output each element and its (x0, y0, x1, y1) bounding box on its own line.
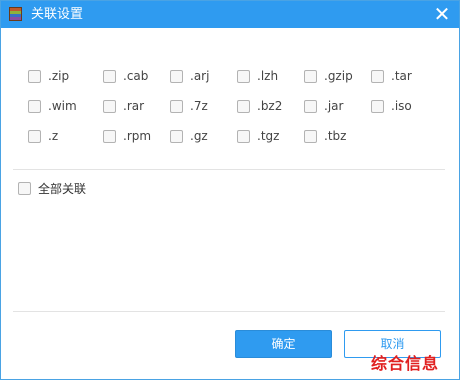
extension-label: .gzip (324, 69, 353, 83)
checkbox[interactable] (304, 69, 317, 83)
checkbox-item-bz2[interactable]: .bz2 (237, 97, 282, 115)
title-bar[interactable]: 关联设置 ✕ (1, 1, 459, 28)
extension-label: .7z (190, 99, 208, 113)
extension-label: .lzh (257, 69, 279, 83)
dialog-title: 关联设置 (31, 7, 84, 22)
checkbox-item-lzh[interactable]: .lzh (237, 67, 278, 85)
checkbox[interactable] (304, 99, 317, 113)
checkbox[interactable] (170, 99, 183, 113)
checkbox[interactable] (103, 69, 116, 83)
association-settings-dialog: 关联设置 ✕ .zip .cab .arj .lzh .gzip .tar .w… (0, 0, 460, 380)
extension-label: .tar (391, 69, 412, 83)
checkbox[interactable] (371, 69, 384, 83)
checkbox-item-7z[interactable]: .7z (170, 97, 208, 115)
checkbox-item-tgz[interactable]: .tgz (237, 127, 279, 145)
extension-label: .z (48, 129, 59, 143)
extension-label: .bz2 (257, 99, 283, 113)
checkbox[interactable] (28, 99, 41, 113)
checkbox[interactable] (28, 69, 41, 83)
checkbox[interactable] (237, 69, 250, 83)
checkbox[interactable] (237, 99, 250, 113)
checkbox-item-iso[interactable]: .iso (371, 97, 412, 115)
checkbox[interactable] (371, 99, 384, 113)
close-icon[interactable]: ✕ (431, 3, 453, 25)
extension-label: .iso (391, 99, 412, 113)
checkbox-item-rpm[interactable]: .rpm (103, 127, 151, 145)
checkbox-item-tbz[interactable]: .tbz (304, 127, 346, 145)
checkbox[interactable] (170, 69, 183, 83)
checkbox-item-rar[interactable]: .rar (103, 97, 144, 115)
extension-label: .tgz (257, 129, 280, 143)
checkbox[interactable] (237, 129, 250, 143)
checkbox[interactable] (304, 129, 317, 143)
checkbox-item-zip[interactable]: .zip (28, 67, 69, 85)
extension-label: .jar (324, 99, 344, 113)
select-all-checkbox-item[interactable]: 全部关联 (18, 180, 86, 197)
footer-divider (13, 311, 445, 312)
extension-label: .tbz (324, 129, 347, 143)
select-all-checkbox[interactable] (18, 182, 31, 195)
checkbox-item-z[interactable]: .z (28, 127, 58, 145)
checkbox[interactable] (103, 99, 116, 113)
checkbox-item-cab[interactable]: .cab (103, 67, 148, 85)
checkbox-item-jar[interactable]: .jar (304, 97, 343, 115)
checkbox-item-gz[interactable]: .gz (170, 127, 208, 145)
archive-app-icon (9, 7, 22, 21)
ok-button[interactable]: 确定 (235, 330, 332, 358)
extension-label: .wim (48, 99, 77, 113)
checkbox-item-wim[interactable]: .wim (28, 97, 77, 115)
extension-label: .gz (190, 129, 208, 143)
extension-label: .cab (123, 69, 149, 83)
watermark-text: 综合信息 (371, 354, 440, 373)
checkbox-item-arj[interactable]: .arj (170, 67, 209, 85)
select-all-label: 全部关联 (38, 182, 87, 196)
extension-label: .rpm (123, 129, 152, 143)
checkbox-item-gzip[interactable]: .gzip (304, 67, 353, 85)
checkbox[interactable] (28, 129, 41, 143)
section-divider (13, 169, 445, 170)
checkbox[interactable] (103, 129, 116, 143)
checkbox[interactable] (170, 129, 183, 143)
extension-label: .zip (48, 69, 70, 83)
extension-label: .arj (190, 69, 210, 83)
checkbox-item-tar[interactable]: .tar (371, 67, 412, 85)
extension-label: .rar (123, 99, 145, 113)
